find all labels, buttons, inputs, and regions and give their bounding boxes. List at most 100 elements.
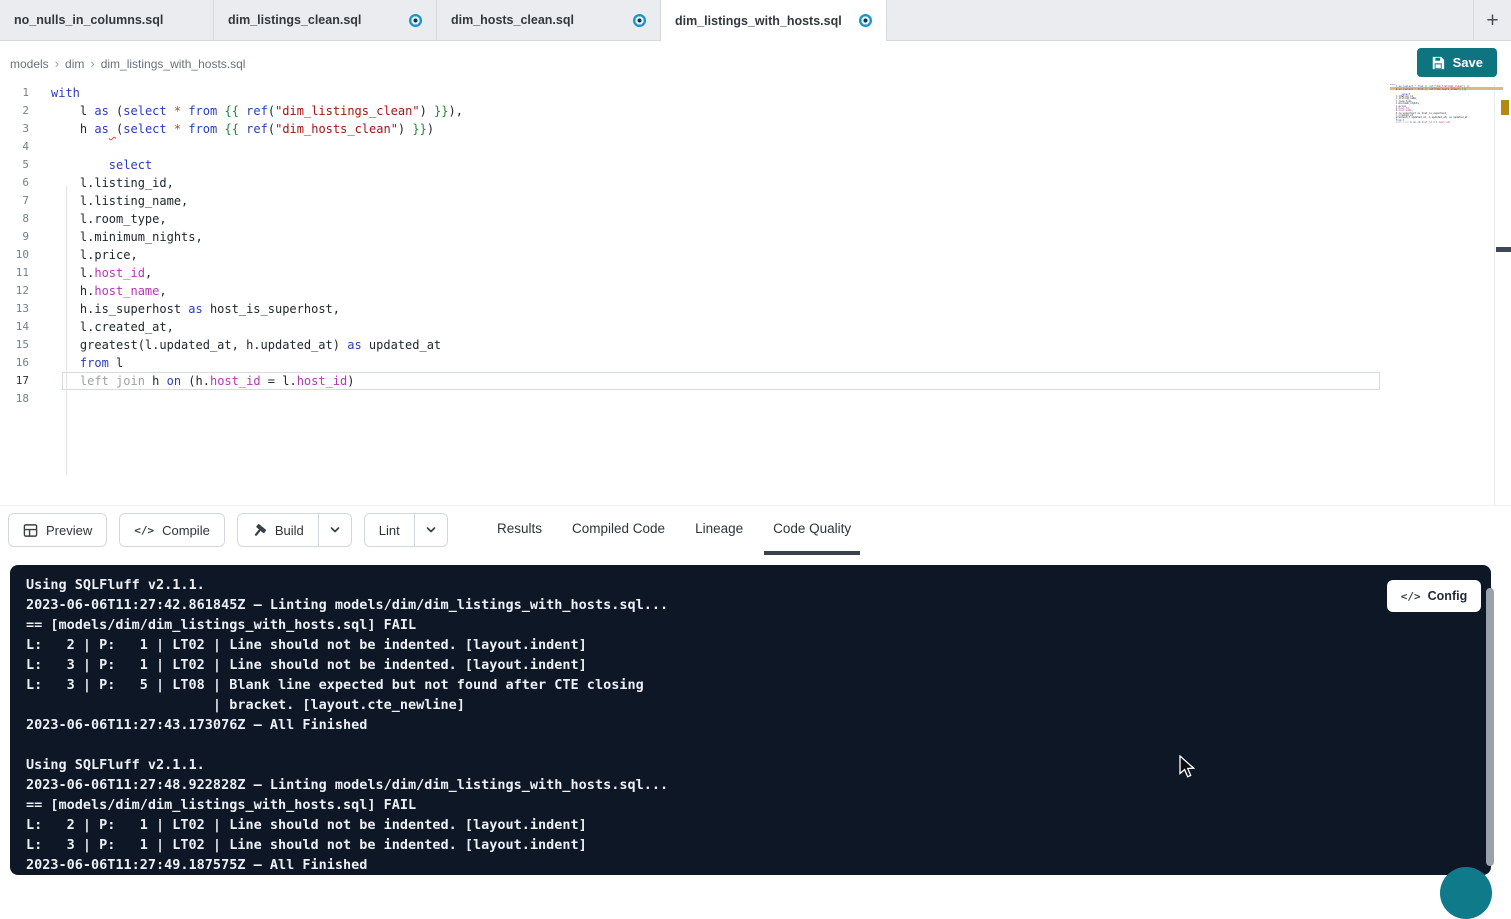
file-tab-dim-listings-clean-sql[interactable]: dim_listings_clean.sql: [214, 0, 437, 40]
code-line-16: 16 from l: [0, 354, 1511, 372]
tab-label: dim_listings_with_hosts.sql: [675, 14, 842, 28]
breadcrumb-item-dim[interactable]: dim: [65, 57, 84, 71]
code-line-12: 12 h.host_name,: [0, 282, 1511, 300]
compile-button-label: Compile: [162, 523, 210, 538]
code-line-10: 10 l.price,: [0, 246, 1511, 264]
terminal-line: [26, 735, 1491, 755]
code-line-2: 2 l as (select * from {{ ref("dim_listin…: [0, 102, 1511, 120]
breadcrumb-separator: ›: [55, 56, 59, 71]
code-line-11: 11 l.host_id,: [0, 264, 1511, 282]
terminal-line: | bracket. [layout.cte_newline]: [26, 695, 1491, 715]
line-number: 8: [0, 210, 29, 228]
line-number: 15: [0, 336, 29, 354]
editor-scrollbar-thumb[interactable]: [1496, 247, 1511, 252]
file-tab-bar: no_nulls_in_columns.sql dim_listings_clea…: [0, 0, 1511, 41]
terminal-line: L: 2 | P: 1 | LT02 | Line should not be …: [26, 635, 1491, 655]
build-dropdown-button[interactable]: [318, 514, 351, 546]
save-button-label: Save: [1453, 55, 1483, 70]
terminal-line: L: 3 | P: 5 | LT08 | Blank line expected…: [26, 675, 1491, 695]
preview-button[interactable]: Preview: [9, 514, 106, 546]
build-button-label: Build: [275, 523, 304, 538]
breadcrumb: models › dim › dim_listings_with_hosts.sql: [10, 56, 245, 71]
code-line-3: 3 h as (select * from {{ ref("dim_hosts_…: [0, 120, 1511, 138]
code-line-13: 13 h.is_superhost as host_is_superhost,: [0, 300, 1511, 318]
line-number: 4: [0, 138, 29, 156]
lint-button-group: Lint: [364, 513, 448, 547]
tab-strip: no_nulls_in_columns.sql dim_listings_clea…: [0, 0, 887, 40]
terminal-line: L: 3 | P: 1 | LT02 | Line should not be …: [26, 835, 1491, 855]
overview-ruler: [1494, 84, 1495, 505]
line-number: 5: [0, 156, 29, 174]
file-tab-dim-hosts-clean-sql[interactable]: dim_hosts_clean.sql: [437, 0, 661, 40]
terminal-line: == [models/dim/dim_listings_with_hosts.s…: [26, 615, 1491, 635]
lint-dropdown-button[interactable]: [414, 514, 447, 546]
terminal-line: Using SQLFluff v2.1.1.: [26, 755, 1491, 775]
code-line-5: 5 select: [0, 156, 1511, 174]
panel-tab-compiled-code[interactable]: Compiled Code: [572, 521, 665, 536]
chevron-down-icon: [425, 524, 437, 536]
unsaved-indicator-icon: [859, 14, 872, 27]
hammer-icon: [252, 523, 267, 538]
breadcrumb-item-dim-listings-with-hosts-sql[interactable]: dim_listings_with_hosts.sql: [101, 57, 246, 71]
code-line-15: 15 greatest(l.updated_at, h.updated_at) …: [0, 336, 1511, 354]
save-icon: [1431, 56, 1445, 70]
breadcrumb-item-models[interactable]: models: [10, 57, 49, 71]
code-editor[interactable]: 1with2 l as (select * from {{ ref("dim_l…: [0, 84, 1511, 505]
file-tab-no-nulls-in-columns-sql[interactable]: no_nulls_in_columns.sql: [0, 0, 214, 40]
unsaved-indicator-icon: [409, 14, 422, 27]
code-line-14: 14 l.created_at,: [0, 318, 1511, 336]
line-number: 18: [0, 390, 29, 408]
line-number: 2: [0, 102, 29, 120]
toolbar-buttons: Preview </> Compile Build Lint: [8, 513, 448, 547]
code-line-1: 1with: [0, 84, 1511, 102]
line-number: 14: [0, 318, 29, 336]
line-number: 10: [0, 246, 29, 264]
build-button[interactable]: Build: [238, 514, 318, 546]
panel-tab-results[interactable]: Results: [497, 521, 542, 536]
terminal-line: 2023-06-06T11:27:48.922828Z — Linting mo…: [26, 775, 1491, 795]
breadcrumb-separator: ›: [90, 56, 94, 71]
terminal-output: Using SQLFluff v2.1.1.2023-06-06T11:27:4…: [26, 575, 1491, 875]
line-number: 6: [0, 174, 29, 192]
line-number: 3: [0, 120, 29, 138]
terminal-line: 2023-06-06T11:27:42.861845Z — Linting mo…: [26, 595, 1491, 615]
editor-lines: 1with2 l as (select * from {{ ref("dim_l…: [0, 84, 1511, 408]
save-button[interactable]: Save: [1417, 48, 1497, 77]
compile-button[interactable]: </> Compile: [120, 514, 224, 546]
file-tab-dim-listings-with-hosts-sql[interactable]: dim_listings_with_hosts.sql: [661, 0, 887, 41]
chevron-down-icon: [329, 524, 341, 536]
code-icon: </>: [134, 524, 154, 537]
minimap[interactable]: with l as (select * from {{ ref("dim_lis…: [1390, 84, 1470, 128]
code-line-6: 6 l.listing_id,: [0, 174, 1511, 192]
grid-icon: [23, 523, 38, 538]
preview-button-label: Preview: [46, 523, 92, 538]
unsaved-indicator-icon: [633, 14, 646, 27]
line-number: 13: [0, 300, 29, 318]
terminal-line: L: 2 | P: 1 | LT02 | Line should not be …: [26, 815, 1491, 835]
config-button[interactable]: </> Config: [1387, 580, 1481, 612]
panel-tabs: Results Compiled Code Lineage Code Quality: [497, 506, 851, 550]
config-button-label: Config: [1428, 589, 1468, 603]
lint-button[interactable]: Lint: [365, 514, 414, 546]
terminal-line: == [models/dim/dim_listings_with_hosts.s…: [26, 795, 1491, 815]
code-line-17: 17 left join h on (h.host_id = l.host_id…: [0, 372, 1511, 390]
panel-tab-code-quality[interactable]: Code Quality: [773, 521, 851, 536]
tab-label: dim_hosts_clean.sql: [451, 13, 574, 27]
panel-tab-lineage[interactable]: Lineage: [695, 521, 743, 536]
line-number: 7: [0, 192, 29, 210]
new-tab-button[interactable]: +: [1473, 0, 1511, 40]
terminal-scrollbar[interactable]: [1486, 588, 1494, 866]
code-line-7: 7 l.listing_name,: [0, 192, 1511, 210]
line-number: 12: [0, 282, 29, 300]
line-number: 16: [0, 354, 29, 372]
compile-button-group: </> Compile: [119, 513, 225, 547]
code-line-4: 4: [0, 138, 1511, 156]
code-line-18: 18: [0, 390, 1511, 408]
build-button-group: Build: [237, 513, 352, 547]
breadcrumb-bar: models › dim › dim_listings_with_hosts.sql S…: [0, 41, 1511, 84]
tab-label: dim_listings_clean.sql: [228, 13, 361, 27]
terminal-line: L: 3 | P: 1 | LT02 | Line should not be …: [26, 655, 1491, 675]
line-number: 1: [0, 84, 29, 102]
terminal-line: Using SQLFluff v2.1.1.: [26, 575, 1491, 595]
terminal-line: 2023-06-06T11:27:43.173076Z — All Finish…: [26, 715, 1491, 735]
